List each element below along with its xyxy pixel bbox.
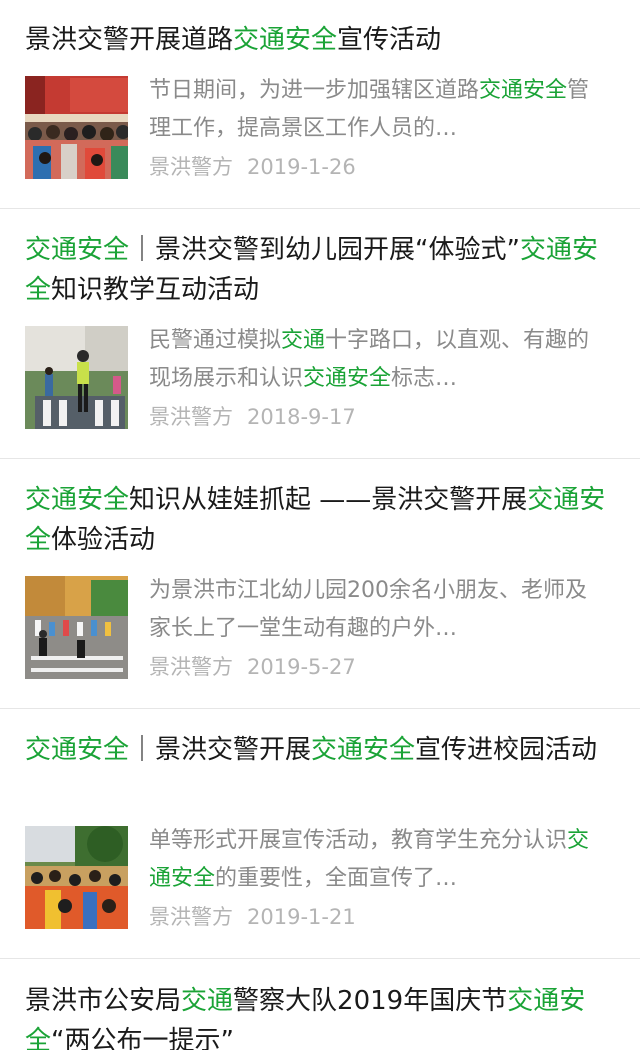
text-segment: 体验活动 [51, 525, 156, 555]
text-segment: 民警通过模拟 [149, 328, 282, 353]
article-summary: 节日期间，为进一步加强辖区道路交通安全管理工作，提高景区工作人员的… [149, 72, 600, 148]
text-segment: 单等形式开展宣传活动，教育学生充分认识 [149, 828, 568, 853]
article-source: 景洪警方 [149, 905, 233, 929]
article-thumbnail[interactable] [25, 826, 128, 929]
text-segment: 知识教学互动活动 [51, 275, 260, 305]
keyword-highlight: 交通安全 [25, 485, 130, 515]
text-segment: 的重要性，全面宣传了… [215, 866, 458, 891]
article-title[interactable]: 景洪市公安局交通警察大队2019年国庆节交通安全“两公布一提示” [25, 981, 615, 1050]
article-summary: 民警通过模拟交通十字路口，以直观、有趣的现场展示和认识交通安全标志… [149, 322, 600, 398]
text-segment: 警察大队2019年国庆节 [233, 986, 508, 1016]
keyword-highlight: 交通安全 [25, 735, 130, 765]
article-date: 2019-5-27 [247, 655, 356, 679]
text-segment: ｜景洪交警开展 [129, 735, 312, 765]
kindergarten-outdoor-photo-icon [25, 576, 128, 679]
keyword-highlight: 交通安全 [479, 78, 568, 103]
article-meta: 景洪警方 2018-9-17 [149, 403, 356, 431]
article-summary: 单等形式开展宣传活动，教育学生充分认识交通安全的重要性，全面宣传了… [149, 822, 600, 898]
text-segment: 景洪市公安局 [25, 986, 182, 1016]
article-card[interactable]: 交通安全｜景洪交警到幼儿园开展“体验式”交通安全知识教学互动活动 民警通过模拟交… [0, 209, 640, 459]
article-date: 2019-1-21 [247, 905, 356, 929]
article-card[interactable]: 景洪市公安局交通警察大队2019年国庆节交通安全“两公布一提示” [0, 959, 640, 1050]
article-source: 景洪警方 [149, 405, 233, 429]
text-segment: 宣传活动 [337, 25, 442, 55]
article-date: 2018-9-17 [247, 405, 356, 429]
text-segment: 节日期间，为进一步加强辖区道路 [149, 78, 480, 103]
keyword-highlight: 交通安全 [311, 735, 416, 765]
article-source: 景洪警方 [149, 155, 233, 179]
text-segment: 标志… [391, 366, 458, 391]
article-summary: 为景洪市江北幼儿园200余名小朋友、老师及家长上了一堂生动有趣的户外… [149, 572, 600, 648]
keyword-highlight: 交通安全 [25, 235, 130, 265]
article-card[interactable]: 交通安全知识从娃娃抓起 ——景洪交警开展交通安全体验活动 为景洪市江北幼儿园20… [0, 459, 640, 709]
article-thumbnail[interactable] [25, 326, 128, 429]
article-meta: 景洪警方 2019-1-26 [149, 153, 356, 181]
article-meta: 景洪警方 2019-5-27 [149, 653, 356, 681]
article-card[interactable]: 交通安全｜景洪交警开展交通安全宣传进校园活动 单等形式开展宣传活动，教育学生充分… [0, 709, 640, 959]
indoor-crowd-photo-icon [25, 76, 128, 179]
keyword-highlight: 交通 [281, 328, 326, 353]
article-feed: 景洪交警开展道路交通安全宣传活动 节日期间，为进一步加强辖区道路交通安全管理工作… [0, 0, 640, 1050]
students-crowd-photo-icon [25, 826, 128, 929]
article-thumbnail[interactable] [25, 576, 128, 679]
keyword-highlight: 交通安全 [303, 366, 392, 391]
text-segment: 为景洪市江北幼儿园200余名小朋友、老师及家长上了一堂生动有趣的户外… [149, 578, 587, 641]
keyword-highlight: 交通 [181, 986, 234, 1016]
text-segment: 景洪交警开展道路 [25, 25, 234, 55]
article-meta: 景洪警方 2019-1-21 [149, 903, 356, 931]
article-title[interactable]: 交通安全｜景洪交警开展交通安全宣传进校园活动 [25, 730, 615, 770]
article-title[interactable]: 交通安全知识从娃娃抓起 ——景洪交警开展交通安全体验活动 [25, 480, 615, 560]
text-segment: ｜景洪交警到幼儿园开展“体验式” [129, 235, 520, 265]
police-crosswalk-photo-icon [25, 326, 128, 429]
keyword-highlight: 交通安全 [233, 25, 338, 55]
text-segment: “两公布一提示” [51, 1026, 234, 1050]
article-title[interactable]: 景洪交警开展道路交通安全宣传活动 [25, 20, 615, 60]
article-thumbnail[interactable] [25, 76, 128, 179]
text-segment: 知识从娃娃抓起 ——景洪交警开展 [129, 485, 528, 515]
text-segment: 宣传进校园活动 [415, 735, 598, 765]
article-date: 2019-1-26 [247, 155, 356, 179]
article-title[interactable]: 交通安全｜景洪交警到幼儿园开展“体验式”交通安全知识教学互动活动 [25, 230, 615, 310]
article-card[interactable]: 景洪交警开展道路交通安全宣传活动 节日期间，为进一步加强辖区道路交通安全管理工作… [0, 0, 640, 209]
article-source: 景洪警方 [149, 655, 233, 679]
